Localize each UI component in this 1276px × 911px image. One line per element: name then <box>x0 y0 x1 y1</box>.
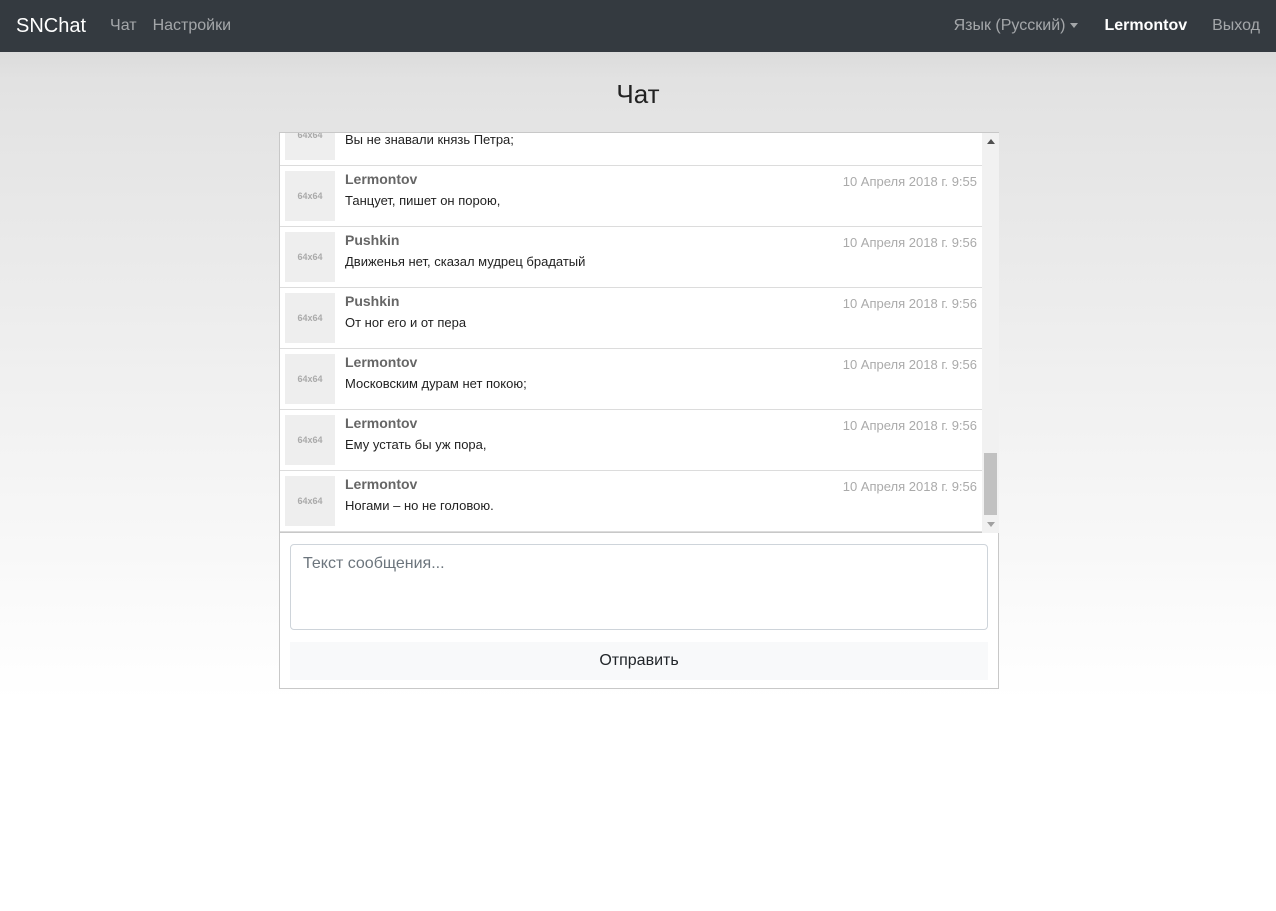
avatar: 64x64 <box>285 415 335 465</box>
scroll-down-button[interactable] <box>982 516 999 533</box>
avatar: 64x64 <box>285 293 335 343</box>
message-author: Pushkin <box>345 232 400 248</box>
logout-link[interactable]: Выход <box>1212 17 1260 35</box>
avatar: 64x64 <box>285 232 335 282</box>
message-text: Танцует, пишет он порою, <box>345 193 501 208</box>
scroll-up-button[interactable] <box>982 133 999 150</box>
brand-logo[interactable]: SNChat <box>16 15 86 38</box>
message-time: 10 Апреля 2018 г. 9:56 <box>842 296 977 311</box>
arrow-down-icon <box>986 522 995 527</box>
scrollbar-thumb[interactable] <box>984 453 997 515</box>
language-label: Язык (Русский) <box>953 17 1066 34</box>
message-text: Вы не знавали князь Петра; <box>345 133 514 147</box>
message-item: 64x64 Pushkin 10 Апреля 2018 г. 9:56 Дви… <box>280 227 982 288</box>
message-list[interactable]: 64x64 Вы не знавали князь Петра; 64x64 L… <box>280 133 982 533</box>
message-time: 10 Апреля 2018 г. 9:56 <box>842 418 977 433</box>
message-input[interactable] <box>290 544 988 630</box>
page-title: Чат <box>616 79 660 109</box>
language-dropdown[interactable]: Язык (Русский) <box>954 17 1079 35</box>
message-text: От ног его и от пера <box>345 315 467 330</box>
top-navbar: SNChat Чат Настройки Язык (Русский) Lerm… <box>0 0 1276 52</box>
message-time: 10 Апреля 2018 г. 9:56 <box>842 235 977 250</box>
message-item: 64x64 Lermontov 10 Апреля 2018 г. 9:56 Е… <box>280 410 982 471</box>
avatar: 64x64 <box>285 354 335 404</box>
current-user[interactable]: Lermontov <box>1104 17 1187 35</box>
message-scrollbar[interactable] <box>982 133 999 533</box>
avatar: 64x64 <box>285 171 335 221</box>
message-time: 10 Апреля 2018 г. 9:55 <box>842 174 977 189</box>
arrow-up-icon <box>986 139 995 144</box>
message-author: Pushkin <box>345 293 400 309</box>
avatar: 64x64 <box>285 133 335 160</box>
message-author: Lermontov <box>345 415 418 431</box>
message-item: 64x64 Lermontov 10 Апреля 2018 г. 9:56 Н… <box>280 471 982 532</box>
chat-panel: 64x64 Вы не знавали князь Петра; 64x64 L… <box>279 132 999 689</box>
message-text: Ногами – но не головою. <box>345 498 494 513</box>
message-author: Lermontov <box>345 171 418 187</box>
message-list-inner: 64x64 Вы не знавали князь Петра; 64x64 L… <box>280 133 982 532</box>
message-time: 10 Апреля 2018 г. 9:56 <box>842 357 977 372</box>
nav-link-settings[interactable]: Настройки <box>153 17 231 35</box>
message-composer: Отправить <box>290 544 988 680</box>
message-text: Московским дурам нет покою; <box>345 376 527 391</box>
message-text: Ему устать бы уж пора, <box>345 437 487 452</box>
message-item: 64x64 Pushkin 10 Апреля 2018 г. 9:56 От … <box>280 288 982 349</box>
message-author: Lermontov <box>345 354 418 370</box>
message-text: Движенья нет, сказал мудрец брадатый <box>345 254 586 269</box>
nav-link-chat[interactable]: Чат <box>110 17 137 35</box>
message-item: 64x64 Lermontov 10 Апреля 2018 г. 9:56 М… <box>280 349 982 410</box>
message-time: 10 Апреля 2018 г. 9:56 <box>842 479 977 494</box>
caret-down-icon <box>1070 22 1079 28</box>
message-author: Lermontov <box>345 476 418 492</box>
avatar: 64x64 <box>285 476 335 526</box>
send-button[interactable]: Отправить <box>290 642 988 680</box>
message-item: 64x64 Lermontov 10 Апреля 2018 г. 9:55 Т… <box>280 166 982 227</box>
nav-right: Язык (Русский) Lermontov Выход <box>929 17 1260 35</box>
message-item: 64x64 Вы не знавали князь Петра; <box>280 133 982 166</box>
